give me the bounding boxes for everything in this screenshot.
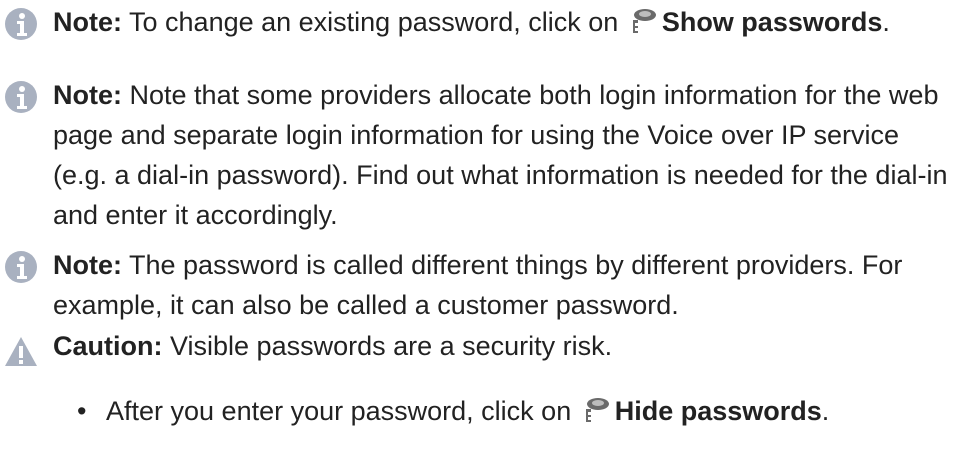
note-show-passwords: Note: To change an existing password, cl…: [5, 2, 958, 42]
caution-steps-list: • After you enter your password, click o…: [77, 391, 957, 431]
key-icon: [632, 9, 656, 33]
list-item: • After you enter your password, click o…: [77, 391, 957, 431]
warning-triangle-icon: [5, 337, 37, 366]
info-icon: [5, 8, 37, 40]
info-icon: [5, 81, 37, 113]
bullet: •: [77, 396, 87, 426]
info-icon: [5, 251, 37, 283]
step-text: After you enter your password, click on: [106, 396, 572, 426]
note-text: Note that some providers allocate both l…: [53, 80, 948, 230]
caution-visible-passwords: Caution: Visible passwords are a securit…: [5, 326, 958, 366]
note-label: Note:: [53, 80, 122, 110]
note-text-end: .: [882, 7, 890, 37]
note-label: Note:: [53, 7, 122, 37]
show-passwords-button-name: Show passwords: [661, 7, 883, 37]
caution-text: Visible passwords are a security risk.: [170, 331, 613, 361]
key-icon: [585, 398, 609, 422]
hide-passwords-button-name: Hide passwords: [614, 396, 822, 426]
step-text-end: .: [821, 396, 830, 426]
caution-label: Caution:: [53, 331, 163, 361]
note-password-naming: Note: The password is called different t…: [5, 245, 958, 325]
note-dial-in: Note: Note that some providers allocate …: [5, 75, 958, 235]
note-text: To change an existing password, click on: [129, 7, 619, 37]
note-label: Note:: [53, 250, 122, 280]
note-text: The password is called different things …: [53, 250, 903, 320]
